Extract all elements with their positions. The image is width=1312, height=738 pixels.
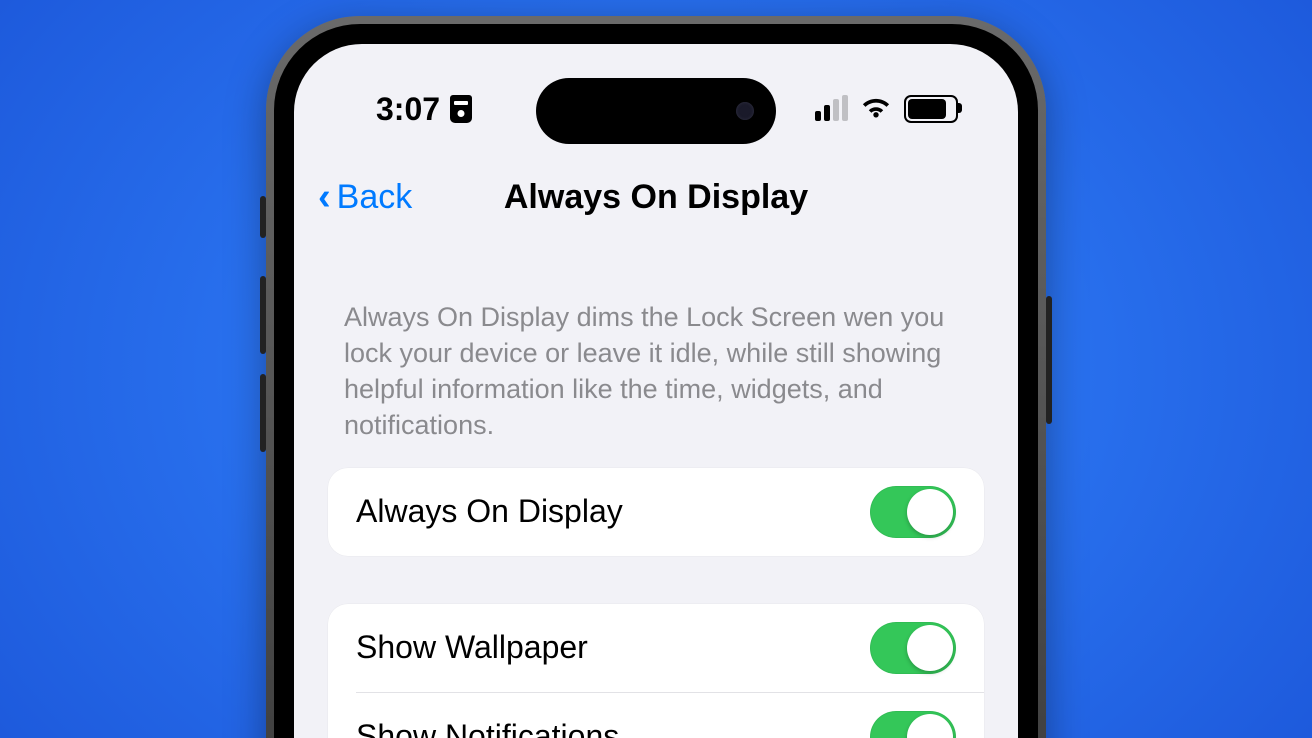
back-button[interactable]: ‹ Back bbox=[318, 178, 412, 217]
volume-up-button bbox=[260, 276, 266, 354]
volume-down-button bbox=[260, 374, 266, 452]
status-time: 3:07 bbox=[376, 91, 440, 128]
row-label: Always On Display bbox=[356, 493, 623, 530]
battery-icon bbox=[904, 95, 958, 123]
back-label: Back bbox=[337, 178, 413, 217]
row-always-on-display: Always On Display bbox=[328, 468, 984, 556]
stage: 3:07 ‹ bbox=[0, 0, 1312, 738]
power-button bbox=[1046, 296, 1052, 424]
content: Always On Display dims the Lock Screen w… bbox=[294, 244, 1018, 738]
phone-bezel: 3:07 ‹ bbox=[274, 24, 1038, 738]
chevron-left-icon: ‹ bbox=[318, 178, 331, 216]
phone-frame: 3:07 ‹ bbox=[266, 16, 1046, 738]
dynamic-island bbox=[536, 78, 776, 144]
row-show-wallpaper: Show Wallpaper bbox=[328, 604, 984, 692]
mute-switch bbox=[260, 196, 266, 238]
settings-group-options: Show Wallpaper Show Notifications bbox=[328, 604, 984, 738]
wifi-icon bbox=[860, 97, 892, 121]
focus-badge-icon bbox=[450, 95, 472, 123]
screen: 3:07 ‹ bbox=[294, 44, 1018, 738]
section-description: Always On Display dims the Lock Screen w… bbox=[328, 272, 984, 468]
row-label: Show Notifications bbox=[356, 718, 619, 738]
settings-group-main: Always On Display bbox=[328, 468, 984, 556]
toggle-always-on-display[interactable] bbox=[870, 486, 956, 538]
toggle-show-wallpaper[interactable] bbox=[870, 622, 956, 674]
nav-bar: ‹ Back Always On Display bbox=[294, 170, 1018, 224]
row-show-notifications: Show Notifications bbox=[328, 693, 984, 738]
row-label: Show Wallpaper bbox=[356, 629, 588, 666]
cellular-signal-icon bbox=[815, 97, 848, 121]
toggle-show-notifications[interactable] bbox=[870, 711, 956, 738]
